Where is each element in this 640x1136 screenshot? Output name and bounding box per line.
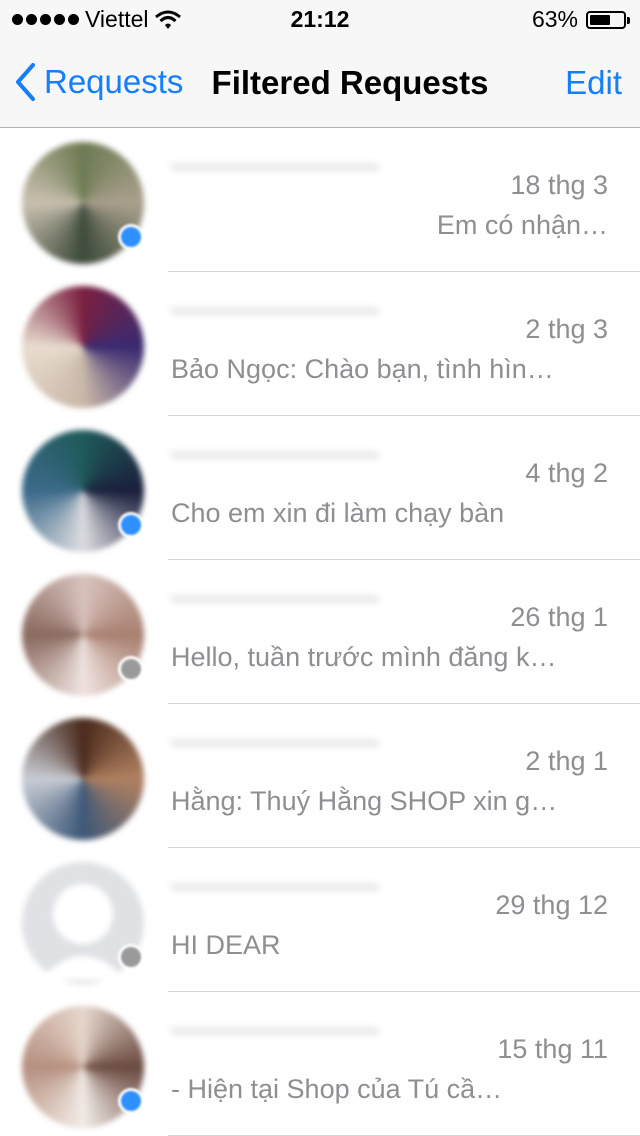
sender-name-blurred — [170, 306, 380, 316]
message-preview: Cho em xin đi làm chạy bàn — [171, 498, 505, 528]
messenger-badge-icon — [118, 1088, 144, 1114]
message-date: 4 thg 2 — [525, 458, 608, 488]
message-date: 2 thg 3 — [525, 314, 608, 344]
message-date: 18 thg 3 — [510, 170, 608, 200]
message-preview: Hằng: Thuý Hằng SHOP xin g… — [171, 786, 558, 816]
message-preview: Hello, tuần trước mình đăng k… — [171, 642, 557, 672]
status-bar: Viettel 21:12 63% — [0, 0, 640, 40]
message-date: 15 thg 11 — [497, 1034, 608, 1064]
battery-icon — [586, 10, 630, 29]
page-title: Filtered Requests — [211, 64, 489, 101]
inactive-badge-icon — [118, 944, 144, 970]
messenger-badge-icon — [118, 512, 144, 538]
inactive-badge-icon — [118, 656, 144, 682]
list-item[interactable]: 26 thg 1 Hello, tuần trước mình đăng k… — [0, 560, 640, 704]
battery-status: 63% — [531, 6, 630, 33]
message-preview: Bảo Ngọc: Chào bạn, tình hìn… — [171, 354, 554, 384]
battery-percent: 63% — [531, 6, 578, 32]
navigation-bar: Requests Filtered Requests Edit — [0, 40, 640, 128]
sender-name-blurred — [170, 450, 380, 460]
sender-name-blurred — [170, 162, 380, 172]
message-preview: - Hiện tại Shop của Tú cầ… — [171, 1074, 503, 1104]
list-item[interactable]: 4 thg 2 Cho em xin đi làm chạy bàn — [0, 416, 640, 560]
list-item[interactable]: 2 thg 3 Bảo Ngọc: Chào bạn, tình hìn… — [0, 272, 640, 416]
list-item[interactable]: 18 thg 3 Em có nhận… — [0, 128, 640, 272]
message-preview: Em có nhận… — [436, 210, 608, 240]
message-date: 29 thg 12 — [495, 890, 608, 920]
messenger-badge-icon — [118, 224, 144, 250]
sender-name-blurred — [170, 1026, 380, 1036]
message-request-list: 18 thg 3 Em có nhận… 2 thg 3 Bảo Ngọc: Chào… — [0, 128, 640, 1136]
message-date: 26 thg 1 — [510, 602, 608, 632]
avatar — [22, 718, 144, 840]
sender-name-blurred — [170, 594, 380, 604]
message-date: 2 thg 1 — [525, 746, 608, 776]
sender-name-blurred — [170, 882, 380, 892]
list-item[interactable]: 15 thg 11 - Hiện tại Shop của Tú cầ… — [0, 992, 640, 1136]
edit-button[interactable]: Edit — [565, 64, 622, 102]
list-item[interactable]: 2 thg 1 Hằng: Thuý Hằng SHOP xin g… — [0, 704, 640, 848]
list-item[interactable]: 29 thg 12 HI DEAR — [0, 848, 640, 992]
avatar — [22, 286, 144, 408]
message-preview: HI DEAR — [171, 930, 281, 960]
sender-name-blurred — [170, 738, 380, 748]
